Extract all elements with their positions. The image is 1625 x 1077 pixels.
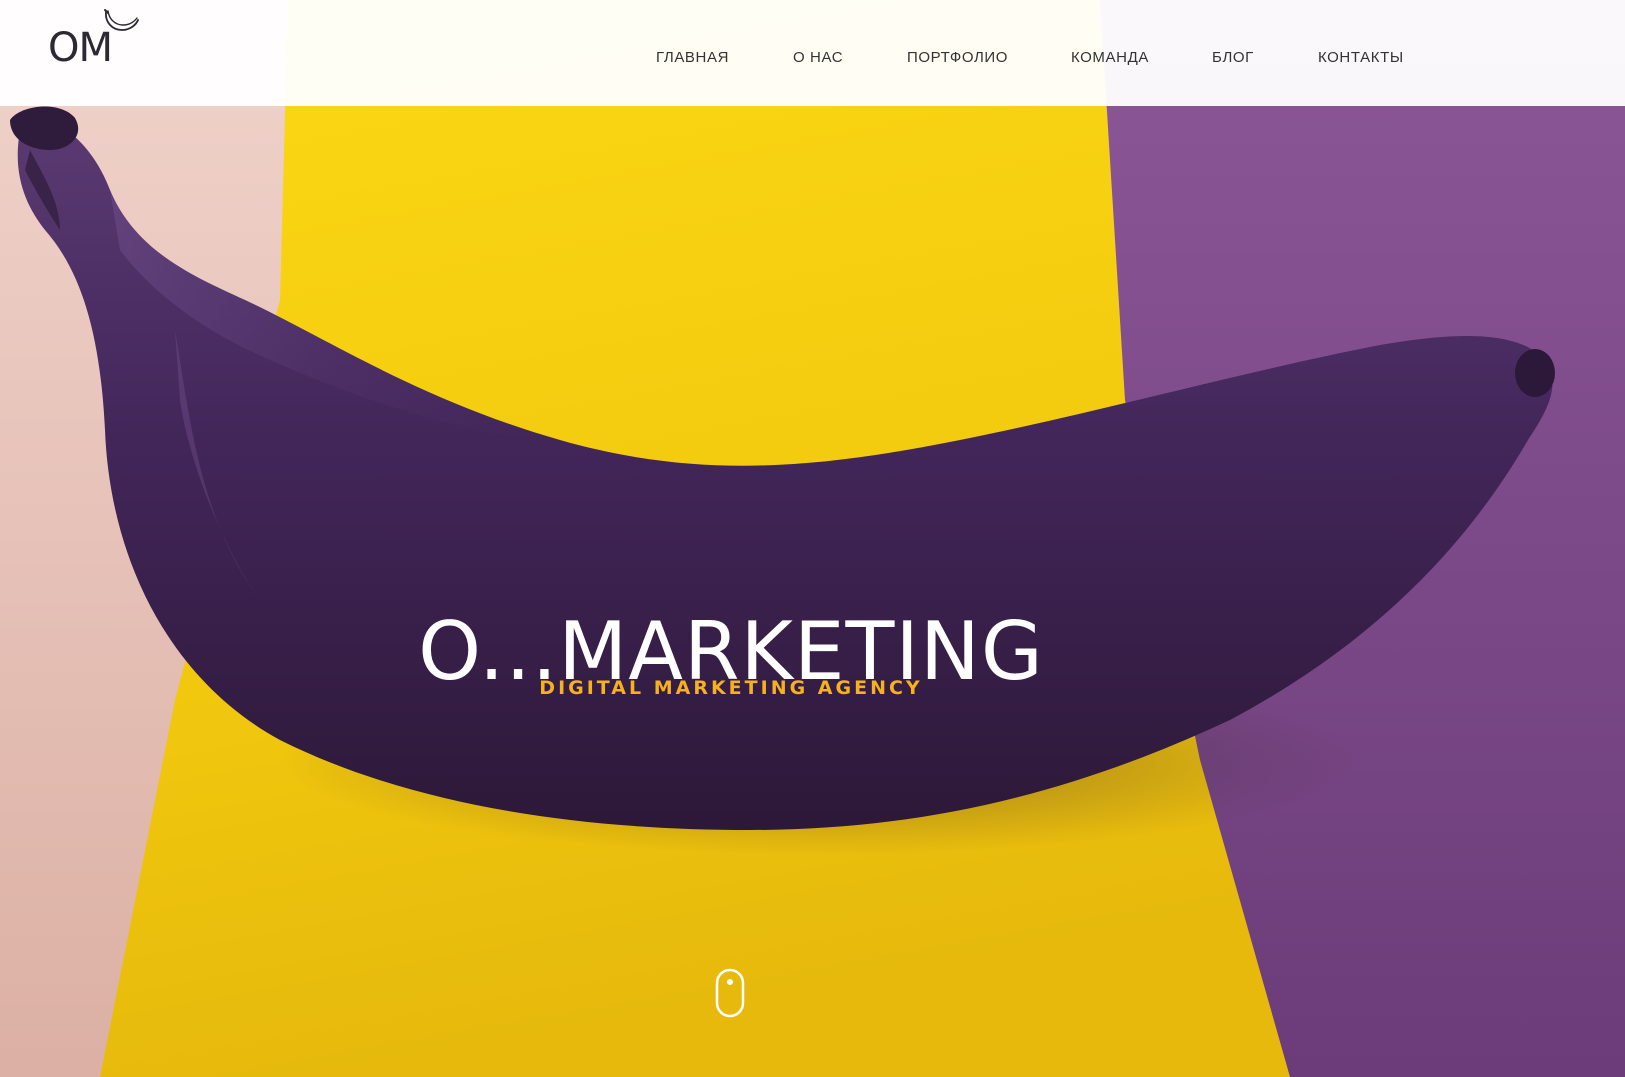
nav-item-about[interactable]: О НАС <box>793 48 843 68</box>
hero-background-image <box>0 0 1625 1077</box>
site-header: OM ГЛАВНАЯ О НАС ПОРТФОЛИО КОМАНДА БЛОГ … <box>0 0 1625 106</box>
nav-item-team[interactable]: КОМАНДА <box>1071 48 1149 68</box>
banana-logo-icon <box>104 9 139 31</box>
mouse-scroll-icon[interactable] <box>715 968 745 1018</box>
hero-subtitle: DIGITAL MARKETING AGENCY <box>539 677 923 699</box>
nav-item-blog[interactable]: БЛОГ <box>1212 48 1254 68</box>
nav-item-portfolio[interactable]: ПОРТФОЛИО <box>907 48 1008 68</box>
nav-item-contacts[interactable]: КОНТАКТЫ <box>1318 48 1404 68</box>
nav-item-home[interactable]: ГЛАВНАЯ <box>656 48 729 68</box>
hero-section <box>0 0 1625 1077</box>
main-nav: ГЛАВНАЯ О НАС ПОРТФОЛИО КОМАНДА БЛОГ КОН… <box>0 48 1625 68</box>
page: OM ГЛАВНАЯ О НАС ПОРТФОЛИО КОМАНДА БЛОГ … <box>0 0 1625 1077</box>
